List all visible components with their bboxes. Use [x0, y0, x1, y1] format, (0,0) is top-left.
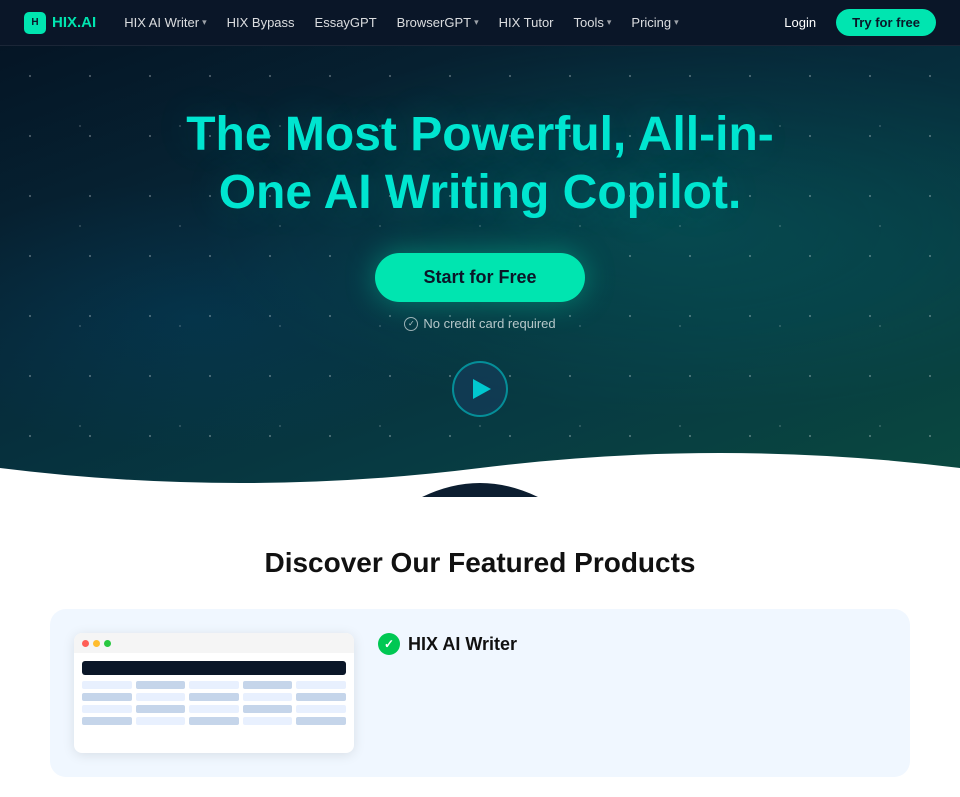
mockup-cell — [243, 717, 293, 725]
hero-section: The Most Powerful, All-in- One AI Writin… — [0, 46, 960, 497]
mockup-cell — [189, 693, 239, 701]
mockup-cell — [296, 705, 346, 713]
close-dot — [82, 640, 89, 647]
check-icon: ✓ — [404, 317, 418, 331]
mockup-cell — [136, 705, 186, 713]
nav-link-hix-tutor[interactable]: HIX Tutor — [491, 11, 562, 34]
mockup-row-3 — [82, 705, 346, 713]
chevron-down-icon: ▾ — [607, 17, 612, 28]
no-credit-notice: ✓ No credit card required — [404, 316, 555, 331]
logo-icon: H — [24, 12, 46, 34]
mockup-cell — [136, 681, 186, 689]
nav-link-tools[interactable]: Tools ▾ — [566, 11, 620, 34]
start-free-button[interactable]: Start for Free — [375, 253, 584, 302]
play-triangle-icon — [473, 379, 491, 399]
product-preview: ✓ HIX AI Writer — [20, 609, 940, 777]
mockup-cell — [296, 717, 346, 725]
mockup-cell — [82, 717, 132, 725]
nav-right: Login Try for free — [774, 9, 936, 36]
mockup-cell — [243, 681, 293, 689]
mockup-cell — [136, 693, 186, 701]
featured-section: Discover Our Featured Products — [0, 497, 960, 797]
product-info: ✓ HIX AI Writer — [378, 633, 517, 663]
logo[interactable]: H HIX.AI — [24, 12, 96, 34]
mockup-row-1 — [82, 681, 346, 689]
mockup-header — [82, 661, 346, 675]
mockup-cell — [296, 681, 346, 689]
chevron-down-icon: ▾ — [474, 17, 479, 28]
nav-links: HIX AI Writer ▾ HIX Bypass EssayGPT Brow… — [116, 11, 687, 34]
mockup-cell — [136, 717, 186, 725]
nav-left: H HIX.AI HIX AI Writer ▾ HIX Bypass Essa… — [24, 11, 687, 34]
product-name: HIX AI Writer — [408, 634, 517, 655]
nav-link-hix-writer[interactable]: HIX AI Writer ▾ — [116, 11, 214, 34]
featured-title: Discover Our Featured Products — [20, 547, 940, 579]
mockup-row-4 — [82, 717, 346, 725]
mockup-cell — [243, 705, 293, 713]
mockup-cell — [296, 693, 346, 701]
mockup-content — [74, 653, 354, 737]
mockup-cell — [82, 705, 132, 713]
play-circle — [452, 361, 508, 417]
maximize-dot — [104, 640, 111, 647]
hero-title: The Most Powerful, All-in- One AI Writin… — [186, 106, 774, 221]
mockup-titlebar — [74, 633, 354, 653]
nav-link-browsergpt[interactable]: BrowserGPT ▾ — [389, 11, 487, 34]
check-icon: ✓ — [378, 633, 400, 655]
mockup-cell — [189, 705, 239, 713]
logo-text: HIX.AI — [52, 14, 96, 31]
mockup-cell — [189, 717, 239, 725]
minimize-dot — [93, 640, 100, 647]
product-badge: ✓ HIX AI Writer — [378, 633, 517, 655]
mockup-row-2 — [82, 693, 346, 701]
play-button[interactable] — [452, 361, 508, 417]
try-free-button[interactable]: Try for free — [836, 9, 936, 36]
nav-link-hix-bypass[interactable]: HIX Bypass — [219, 11, 303, 34]
product-card: ✓ HIX AI Writer — [50, 609, 910, 777]
mockup-cell — [82, 681, 132, 689]
app-mockup — [74, 633, 354, 753]
chevron-down-icon: ▾ — [202, 17, 207, 28]
mockup-cell — [189, 681, 239, 689]
mockup-cell — [243, 693, 293, 701]
mockup-cell — [82, 693, 132, 701]
navbar: H HIX.AI HIX AI Writer ▾ HIX Bypass Essa… — [0, 0, 960, 46]
login-button[interactable]: Login — [774, 11, 826, 34]
nav-link-pricing[interactable]: Pricing ▾ — [623, 11, 686, 34]
nav-link-essaygpt[interactable]: EssayGPT — [307, 11, 385, 34]
hero-wave — [0, 438, 960, 497]
chevron-down-icon: ▾ — [674, 17, 679, 28]
